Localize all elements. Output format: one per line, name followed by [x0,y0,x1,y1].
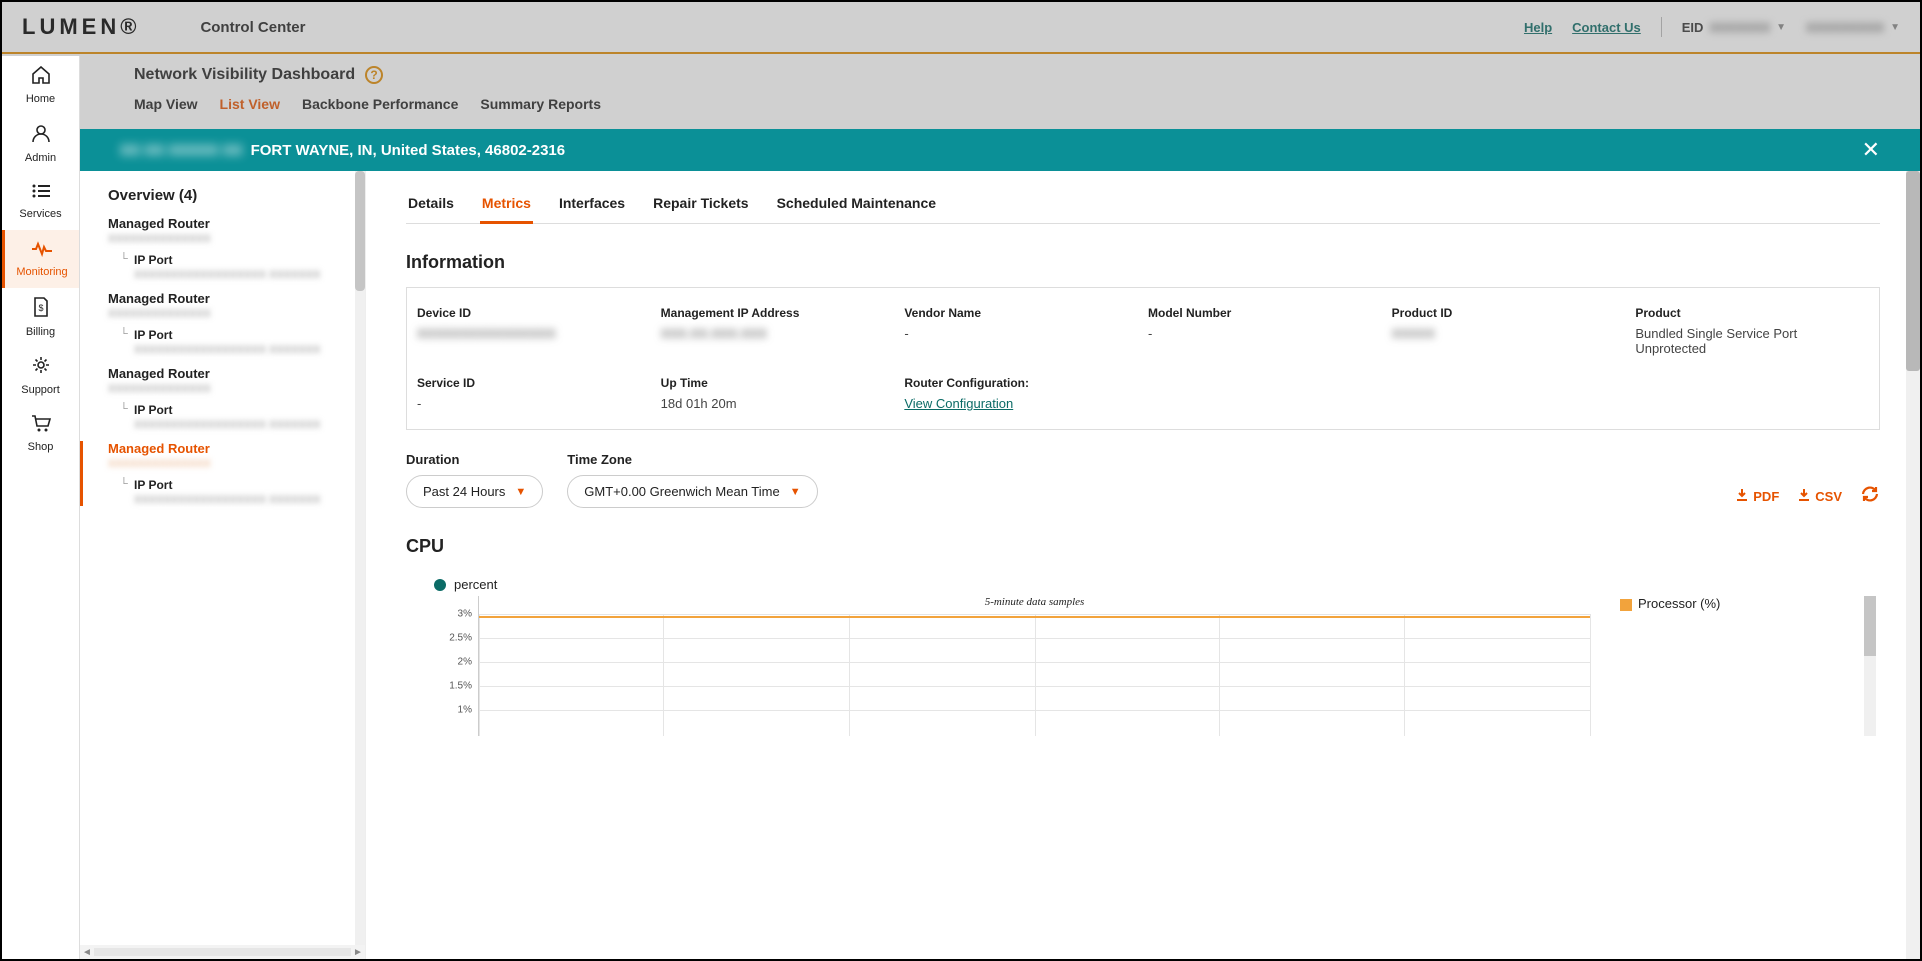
chart-unit-toggle[interactable]: percent [434,577,1880,592]
document-icon: $ [33,297,49,322]
y-axis: 3% 2.5% 2% 1.5% 1% [434,596,478,736]
tab-metrics[interactable]: Metrics [480,189,533,224]
download-icon [1797,488,1811,505]
app-name: Control Center [200,19,305,36]
chart-title-cpu: CPU [406,536,1880,557]
rail-support[interactable]: Support [2,346,79,404]
rail-monitoring[interactable]: Monitoring [2,230,79,288]
rail-shop[interactable]: Shop [2,404,79,462]
user-dropdown[interactable]: XXXXXXXXX ▼ [1806,20,1900,35]
duration-dropdown[interactable]: Past 24 Hours ▼ [406,475,543,508]
help-icon[interactable]: ? [365,66,383,84]
tab-map-view[interactable]: Map View [134,96,198,112]
chevron-down-icon: ▼ [790,486,801,498]
download-csv-button[interactable]: CSV [1797,488,1842,505]
detail-tabs: Details Metrics Interfaces Repair Ticket… [406,189,1880,224]
page-title: Network Visibility Dashboard [134,66,355,84]
chevron-down-icon: ▼ [1776,22,1786,33]
series-processor [479,616,1590,618]
tree-node[interactable]: Managed Router XXXXXXXXXXXXXX IP Port XX… [108,366,355,431]
activity-icon [31,241,53,262]
chevron-down-icon: ▼ [1890,22,1900,33]
home-icon [31,66,51,89]
download-pdf-button[interactable]: PDF [1735,488,1779,505]
view-configuration-link[interactable]: View Configuration [904,396,1013,411]
close-icon[interactable]: ✕ [1862,137,1880,163]
logo: LUMEN® [22,14,140,40]
duration-label: Duration [406,452,543,467]
cart-icon [31,414,51,437]
list-icon [31,183,51,204]
information-box: Device IDXXXXXXXXXXXXXXXX Management IP … [406,287,1880,430]
legend-swatch [1620,599,1632,611]
tab-details[interactable]: Details [406,189,456,223]
tab-scheduled-maintenance[interactable]: Scheduled Maintenance [775,189,938,223]
radio-selected-icon [434,579,446,591]
chevron-down-icon: ▼ [515,486,526,498]
dashboard-header: Network Visibility Dashboard ? Map View … [80,54,1920,112]
timezone-label: Time Zone [567,452,817,467]
tab-list-view[interactable]: List View [220,96,280,112]
tree-child[interactable]: IP Port XXXXXXXXXXXXXXXXXX XXXXXXX [124,253,355,281]
divider [1661,17,1662,37]
plot-area: 5-minute data samples [478,596,1590,736]
svg-text:$: $ [38,303,43,313]
rail-services[interactable]: Services [2,172,79,230]
contact-link[interactable]: Contact Us [1572,20,1641,35]
tree-child[interactable]: IP Port XXXXXXXXXXXXXXXXXX XXXXXXX [124,478,355,506]
tree-child[interactable]: IP Port XXXXXXXXXXXXXXXXXX XXXXXXX [124,328,355,356]
eid-dropdown[interactable]: EID XXXXXXX ▼ [1682,20,1786,35]
detail-panel: Details Metrics Interfaces Repair Ticket… [366,171,1920,959]
filters-row: Duration Past 24 Hours ▼ Time Zone GMT+0… [406,452,1880,508]
refresh-icon[interactable] [1860,485,1880,508]
tab-summary-reports[interactable]: Summary Reports [480,96,601,112]
tree-node-selected[interactable]: Managed Router XXXXXXXXXXXXXX IP Port XX… [80,441,355,506]
rail-billing[interactable]: $ Billing [2,288,79,346]
tree-node[interactable]: Managed Router XXXXXXXXXXXXXX IP Port XX… [108,291,355,356]
banner-location: FORT WAYNE, IN, United States, 46802-231… [251,142,566,159]
information-title: Information [406,252,1880,273]
gear-icon [31,355,51,380]
device-tree-panel: Overview (4) Managed Router XXXXXXXXXXXX… [80,171,366,959]
location-banner: XX XX XXXXX XX FORT WAYNE, IN, United St… [80,129,1920,171]
scrollbar-horizontal[interactable]: ◄► [80,945,365,959]
tab-repair-tickets[interactable]: Repair Tickets [651,189,750,223]
rail-admin[interactable]: Admin [2,114,79,172]
chart-legend: Processor (%) [1590,596,1850,736]
tree-child[interactable]: IP Port XXXXXXXXXXXXXXXXXX XXXXXXX [124,403,355,431]
tab-interfaces[interactable]: Interfaces [557,189,627,223]
timezone-dropdown[interactable]: GMT+0.00 Greenwich Mean Time ▼ [567,475,817,508]
dashboard-tabs: Map View List View Backbone Performance … [134,96,1866,112]
help-link[interactable]: Help [1524,20,1552,35]
left-nav-rail: Home Admin Services Monitoring $ Billing [2,56,80,959]
tree-title: Overview (4) [108,187,355,204]
rail-home[interactable]: Home [2,56,79,114]
scrollbar-vertical[interactable] [1906,171,1920,959]
banner-id: XX XX XXXXX XX [120,142,243,159]
scrollbar-vertical[interactable] [355,171,365,945]
scrollbar-vertical[interactable] [1864,596,1876,736]
download-icon [1735,488,1749,505]
top-header: LUMEN® Control Center Help Contact Us EI… [2,2,1920,54]
tree-node[interactable]: Managed Router XXXXXXXXXXXXXX IP Port XX… [108,216,355,281]
tab-backbone-performance[interactable]: Backbone Performance [302,96,458,112]
cpu-chart: 3% 2.5% 2% 1.5% 1% 5-minute data samples [434,596,1850,736]
user-icon [31,123,51,148]
